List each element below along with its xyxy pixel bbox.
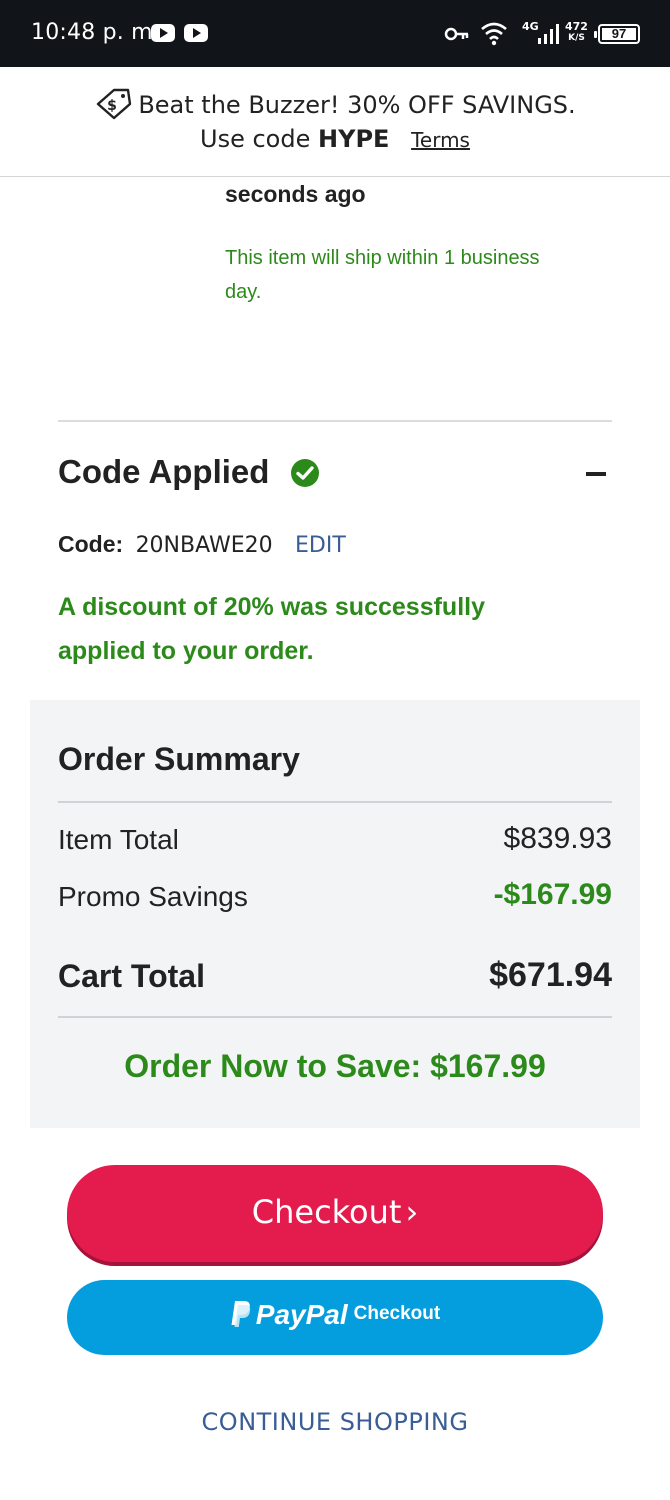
summary-divider [58,1016,612,1018]
paypal-logo-icon [231,1301,250,1327]
summary-divider [58,801,612,803]
item-total-label: Item Total [58,824,179,855]
code-applied-title: Code Applied [58,453,270,490]
speed-value: 472 [565,20,588,33]
battery-icon: 97 [594,24,640,44]
cart-total-value: $671.94 [489,956,612,994]
code-label: Code: [58,531,124,557]
paypal-checkout-button[interactable]: PayPal Checkout [67,1280,603,1355]
promo-banner: $ Beat the Buzzer! 30% OFF SAVINGS. Use … [0,67,670,177]
key-icon [444,27,469,41]
checkout-label: Checkout [251,1193,402,1231]
item-activity-text: seconds ago [225,181,366,207]
status-time: 10:48 p. m. [31,20,160,45]
promo-code-prefix: Use code [200,125,311,153]
terms-link[interactable]: Terms [411,128,470,152]
promo-code-row: Use code HYPE Terms [0,125,670,153]
wifi-icon [481,22,507,46]
promo-savings-value: -$167.99 [493,878,612,911]
paypal-checkout-label: Checkout [353,1303,441,1324]
svg-text:$: $ [107,98,117,114]
chevron-right-icon: › [405,1193,419,1231]
status-bar: 10:48 p. m. 4G 472 K/S 97 [0,0,670,67]
order-summary: Order Summary Item Total $839.93 Promo S… [30,700,640,1128]
promo-headline-row: $ Beat the Buzzer! 30% OFF SAVINGS. [0,86,670,120]
discount-message: A discount of 20% was successfully appli… [58,593,485,665]
youtube-icon [151,24,175,42]
network-speed: 472 K/S [565,20,588,43]
speed-unit: K/S [568,33,585,43]
order-summary-title: Order Summary [58,741,300,777]
section-divider [58,420,612,422]
save-message: Order Now to Save: $167.99 [124,1048,546,1084]
checkout-button[interactable]: Checkout › [67,1165,603,1262]
continue-shopping-link[interactable]: CONTINUE SHOPPING [0,1408,670,1436]
item-total-value: $839.93 [503,822,612,855]
promo-headline: Beat the Buzzer! 30% OFF SAVINGS. [138,91,576,119]
paypal-wordmark: PayPal [255,1299,348,1330]
edit-code-link[interactable]: EDIT [295,533,346,558]
applied-code-row: Code: 20NBAWE20 EDIT [58,531,346,558]
price-tag-icon: $ [97,88,132,120]
check-circle-icon [291,459,319,487]
paypal-button-content: PayPal Checkout [67,1299,603,1331]
promo-savings-label: Promo Savings [58,881,248,912]
code-value: 20NBAWE20 [135,533,273,558]
promo-code: HYPE [317,125,390,153]
battery-level: 97 [602,27,636,40]
ship-note: This item will ship within 1 business da… [225,247,540,303]
signal-icon [538,24,559,44]
youtube-icon [184,24,208,42]
collapse-icon[interactable] [586,472,606,476]
cart-total-label: Cart Total [58,958,205,994]
